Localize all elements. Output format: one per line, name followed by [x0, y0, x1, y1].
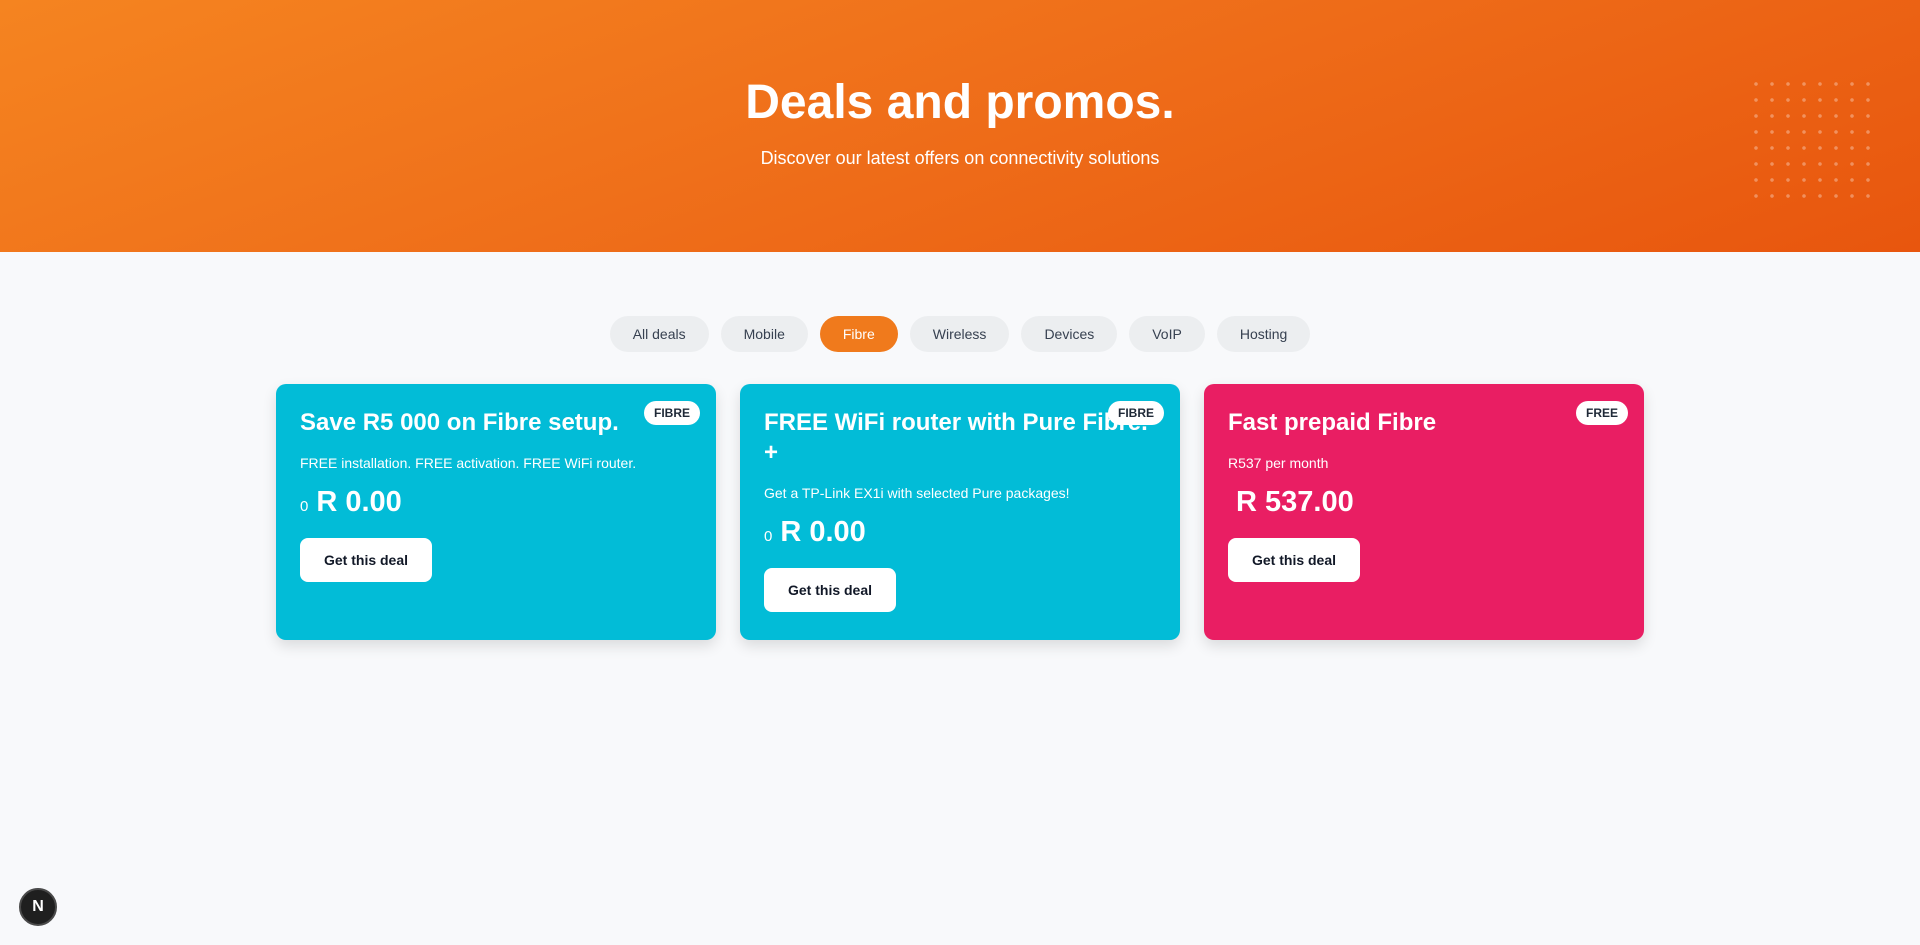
filter-hosting[interactable]: Hosting [1216, 316, 1311, 352]
deal-price: 0 R 0.00 [300, 484, 692, 520]
deal-description: Get a TP-Link EX1i with selected Pure pa… [764, 485, 1070, 501]
deal-card-prepaid-fibre: FREE Fast prepaid Fibre R537 per month R… [1204, 384, 1644, 640]
get-deal-button[interactable]: Get this deal [764, 568, 897, 612]
decorative-dot-grid [1748, 76, 1876, 204]
filter-all-deals[interactable]: All deals [609, 316, 709, 352]
page-title: Deals and promos. [745, 76, 1175, 129]
filter-wireless[interactable]: Wireless [909, 316, 1010, 352]
deal-badge: FREE [1575, 401, 1628, 425]
filter-voip[interactable]: VoIP [1129, 316, 1205, 352]
deal-price-prefix: 0 [300, 498, 309, 515]
deal-price-amount: R 0.00 [780, 516, 866, 548]
filter-devices[interactable]: Devices [1021, 316, 1118, 352]
deal-price-prefix: 0 [764, 528, 773, 545]
deal-category-filters: All deals Mobile Fibre Wireless Devices … [0, 316, 1920, 352]
deal-title: Fast prepaid Fibre [1228, 409, 1437, 436]
deal-title: Save R5 000 on Fibre setup. [300, 409, 619, 436]
deal-price: 0 R 0.00 [764, 514, 1156, 550]
filter-fibre[interactable]: Fibre [819, 316, 898, 352]
deal-description: FREE installation. FREE activation. FREE… [300, 455, 637, 471]
deal-description: R537 per month [1228, 455, 1329, 471]
hero-banner: Deals and promos. Discover our latest of… [0, 0, 1920, 252]
page-subtitle: Discover our latest offers on connectivi… [760, 148, 1160, 168]
deal-card-fibre-setup: FIBRE Save R5 000 on Fibre setup. FREE i… [276, 384, 716, 640]
deal-title: FREE WiFi router with Pure Fibre. + [764, 409, 1148, 466]
deal-badge: FIBRE [1108, 401, 1164, 425]
deal-price-amount: R 537.00 [1236, 486, 1354, 518]
deal-price-amount: R 0.00 [316, 486, 402, 518]
deal-card-wifi-router: FIBRE FREE WiFi router with Pure Fibre. … [740, 384, 1180, 640]
get-deal-button[interactable]: Get this deal [1228, 538, 1361, 582]
filter-mobile[interactable]: Mobile [720, 316, 808, 352]
dev-tools-button[interactable]: N [19, 888, 57, 926]
get-deal-button[interactable]: Get this deal [300, 538, 433, 582]
deal-price: R 537.00 [1228, 484, 1620, 520]
deal-badge: FIBRE [644, 401, 700, 425]
